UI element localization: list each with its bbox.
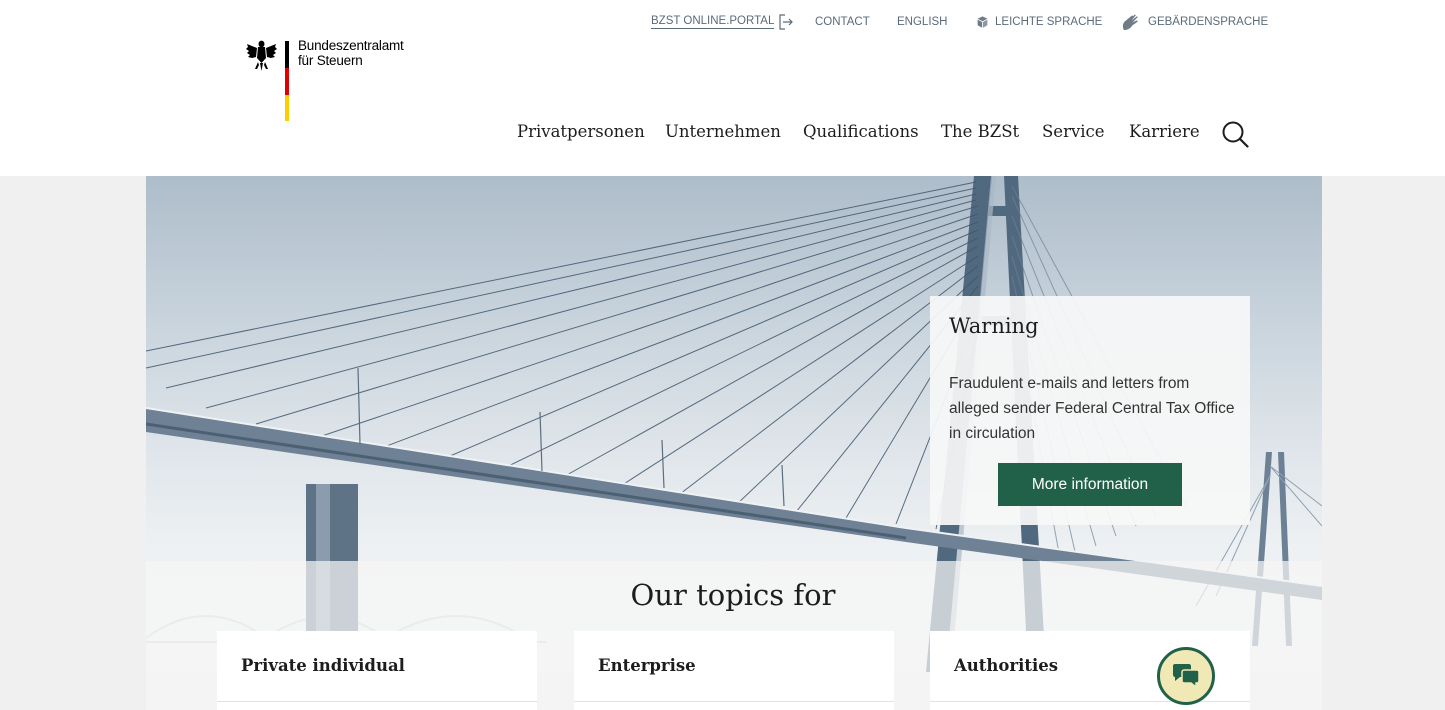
warning-teaser: Warning Fraudulent e-mails and letters f… [930, 296, 1250, 525]
site-header: Bundeszentralamt für Steuern BZST ONLINE… [0, 0, 1445, 176]
portal-link-label: BZST ONLINE.PORTAL [651, 15, 775, 29]
topics-heading: Our topics for [630, 578, 836, 612]
federal-eagle-icon [246, 40, 277, 71]
nav-item-privatpersonen[interactable]: Privatpersonen [517, 122, 645, 141]
topic-card-enterprise[interactable]: Enterprise [574, 631, 894, 710]
nav-item-unternehmen[interactable]: Unternehmen [665, 122, 781, 141]
warning-text: Fraudulent e-mails and letters from alle… [949, 375, 1235, 442]
card-divider [930, 701, 1250, 702]
contact-link-label: CONTACT [815, 16, 870, 28]
sign-language-link[interactable]: GEBÄRDENSPRACHE [1121, 13, 1268, 32]
topic-card-title: Authorities [954, 656, 1059, 675]
warning-title: Warning [949, 314, 1039, 338]
logo-line-2: für Steuern [298, 53, 363, 68]
card-divider [574, 701, 894, 702]
easy-language-label: LEICHTE SPRACHE [995, 16, 1103, 28]
nav-item-service[interactable]: Service [1042, 122, 1105, 141]
more-information-button[interactable]: More information [998, 463, 1182, 506]
nav-item-the-bzst[interactable]: The BZSt [941, 122, 1019, 141]
sign-language-hands-icon [1122, 14, 1138, 30]
topic-card-private[interactable]: Private individual [217, 631, 537, 710]
chat-bubbles-icon [1173, 664, 1200, 689]
nav-item-qualifications[interactable]: Qualifications [803, 122, 919, 141]
chat-button[interactable] [1157, 647, 1215, 705]
sign-language-label: GEBÄRDENSPRACHE [1148, 16, 1269, 28]
easy-language-icon [977, 16, 988, 28]
logo-text: Bundeszentralamt für Steuern [298, 38, 404, 68]
external-login-icon [779, 14, 794, 30]
search-icon[interactable] [1221, 120, 1249, 148]
service-links: BZST ONLINE.PORTAL CONTACT ENGLISH LEICH… [0, 13, 1445, 31]
english-link-label: ENGLISH [897, 16, 948, 28]
card-divider [217, 701, 537, 702]
portal-link[interactable]: BZST ONLINE.PORTAL [651, 14, 794, 30]
topic-card-title: Private individual [241, 656, 405, 675]
bzst-logo[interactable]: Bundeszentralamt für Steuern [246, 38, 446, 128]
english-link[interactable]: ENGLISH [897, 16, 948, 28]
nav-item-karriere[interactable]: Karriere [1129, 122, 1200, 141]
german-flag-bar [285, 41, 289, 121]
contact-link[interactable]: CONTACT [815, 16, 870, 28]
easy-language-link[interactable]: LEICHTE SPRACHE [976, 15, 1102, 29]
topic-card-title: Enterprise [598, 656, 696, 675]
logo-line-1: Bundeszentralamt [298, 38, 404, 53]
